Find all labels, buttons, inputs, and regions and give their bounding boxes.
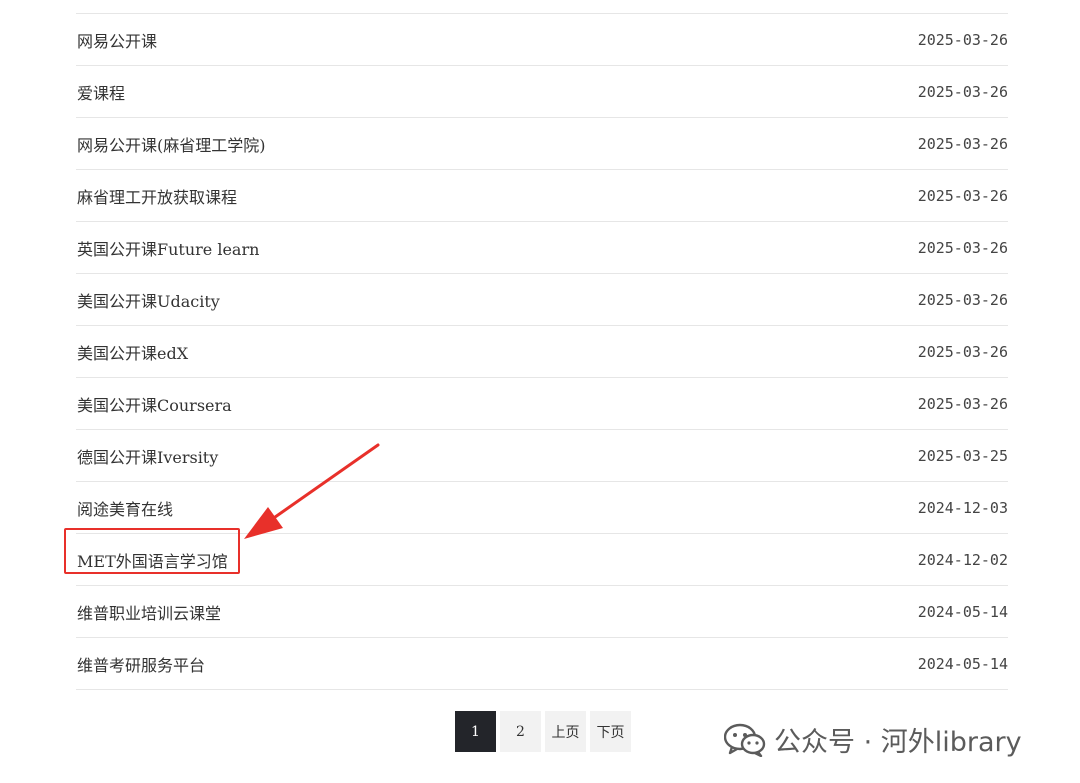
list-item-title[interactable]: 网易公开课(麻省理工学院): [76, 132, 266, 156]
list-item-title[interactable]: 维普职业培训云课堂: [76, 600, 221, 624]
list-item-date: 2025-03-25: [917, 446, 1008, 465]
list-item-date: 2025-03-26: [917, 82, 1008, 101]
list-item-date: 2024-05-14: [917, 602, 1008, 621]
list-item-title[interactable]: 德国公开课Iversity: [76, 444, 218, 468]
list-item-title[interactable]: 美国公开课Coursera: [76, 392, 232, 416]
list-item-title[interactable]: 爱课程: [76, 80, 125, 104]
watermark-text: 公众号 · 河外library: [774, 727, 1022, 758]
prev-page-button[interactable]: 上页: [545, 711, 586, 752]
list-item[interactable]: 德国公开课Iversity 2025-03-25: [76, 430, 1008, 482]
list-item-date: 2025-03-26: [917, 290, 1008, 309]
list-item-title[interactable]: 维普考研服务平台: [76, 652, 205, 676]
list-item-title[interactable]: 阅途美育在线: [76, 496, 173, 520]
list-item[interactable]: 网易公开课(麻省理工学院) 2025-03-26: [76, 118, 1008, 170]
list-item[interactable]: 美国公开课edX 2025-03-26: [76, 326, 1008, 378]
pagination: 1 2 上页 下页: [455, 711, 631, 752]
list-item-title[interactable]: MET外国语言学习馆: [64, 527, 240, 574]
list-item[interactable]: 阅途美育在线 2024-12-03: [76, 482, 1008, 534]
list-item[interactable]: 维普考研服务平台 2024-05-14: [76, 638, 1008, 690]
list-item[interactable]: 爱课程 2025-03-26: [76, 66, 1008, 118]
article-list: 网易公开课 2025-03-26 爱课程 2025-03-26 网易公开课(麻省…: [64, 13, 1008, 690]
page-2-button[interactable]: 2: [500, 711, 541, 752]
list-item[interactable]: 美国公开课Coursera 2025-03-26: [76, 378, 1008, 430]
list-item-date: 2025-03-26: [917, 30, 1008, 49]
list-item[interactable]: 美国公开课Udacity 2025-03-26: [76, 274, 1008, 326]
list-item-date: 2025-03-26: [917, 238, 1008, 257]
list-item-title[interactable]: 麻省理工开放获取课程: [76, 184, 237, 208]
list-item-date: 2024-05-14: [917, 654, 1008, 673]
list-item-date: 2025-03-26: [917, 186, 1008, 205]
list-item[interactable]: 麻省理工开放获取课程 2025-03-26: [76, 170, 1008, 222]
wechat-icon: [724, 723, 766, 757]
next-page-button[interactable]: 下页: [590, 711, 631, 752]
list-item-highlighted[interactable]: MET外国语言学习馆 2024-12-02: [64, 527, 1008, 586]
list-item[interactable]: 英国公开课Future learn 2025-03-26: [76, 222, 1008, 274]
list-item-date: 2025-03-26: [917, 394, 1008, 413]
list-item-date: 2025-03-26: [917, 134, 1008, 153]
watermark: 公众号 · 河外library: [724, 720, 1022, 759]
list-item-title[interactable]: 英国公开课Future learn: [76, 236, 259, 260]
list-item-date: 2024-12-03: [917, 498, 1008, 517]
list-item-date: 2024-12-02: [917, 550, 1008, 569]
list-item-title[interactable]: 网易公开课: [76, 28, 157, 52]
list-item-date: 2025-03-26: [917, 342, 1008, 361]
page-1-button[interactable]: 1: [455, 711, 496, 752]
list-item-title[interactable]: 美国公开课Udacity: [76, 288, 220, 312]
list-item-title[interactable]: 美国公开课edX: [76, 340, 188, 364]
list-item[interactable]: 维普职业培训云课堂 2024-05-14: [76, 586, 1008, 638]
list-item[interactable]: 网易公开课 2025-03-26: [76, 14, 1008, 66]
